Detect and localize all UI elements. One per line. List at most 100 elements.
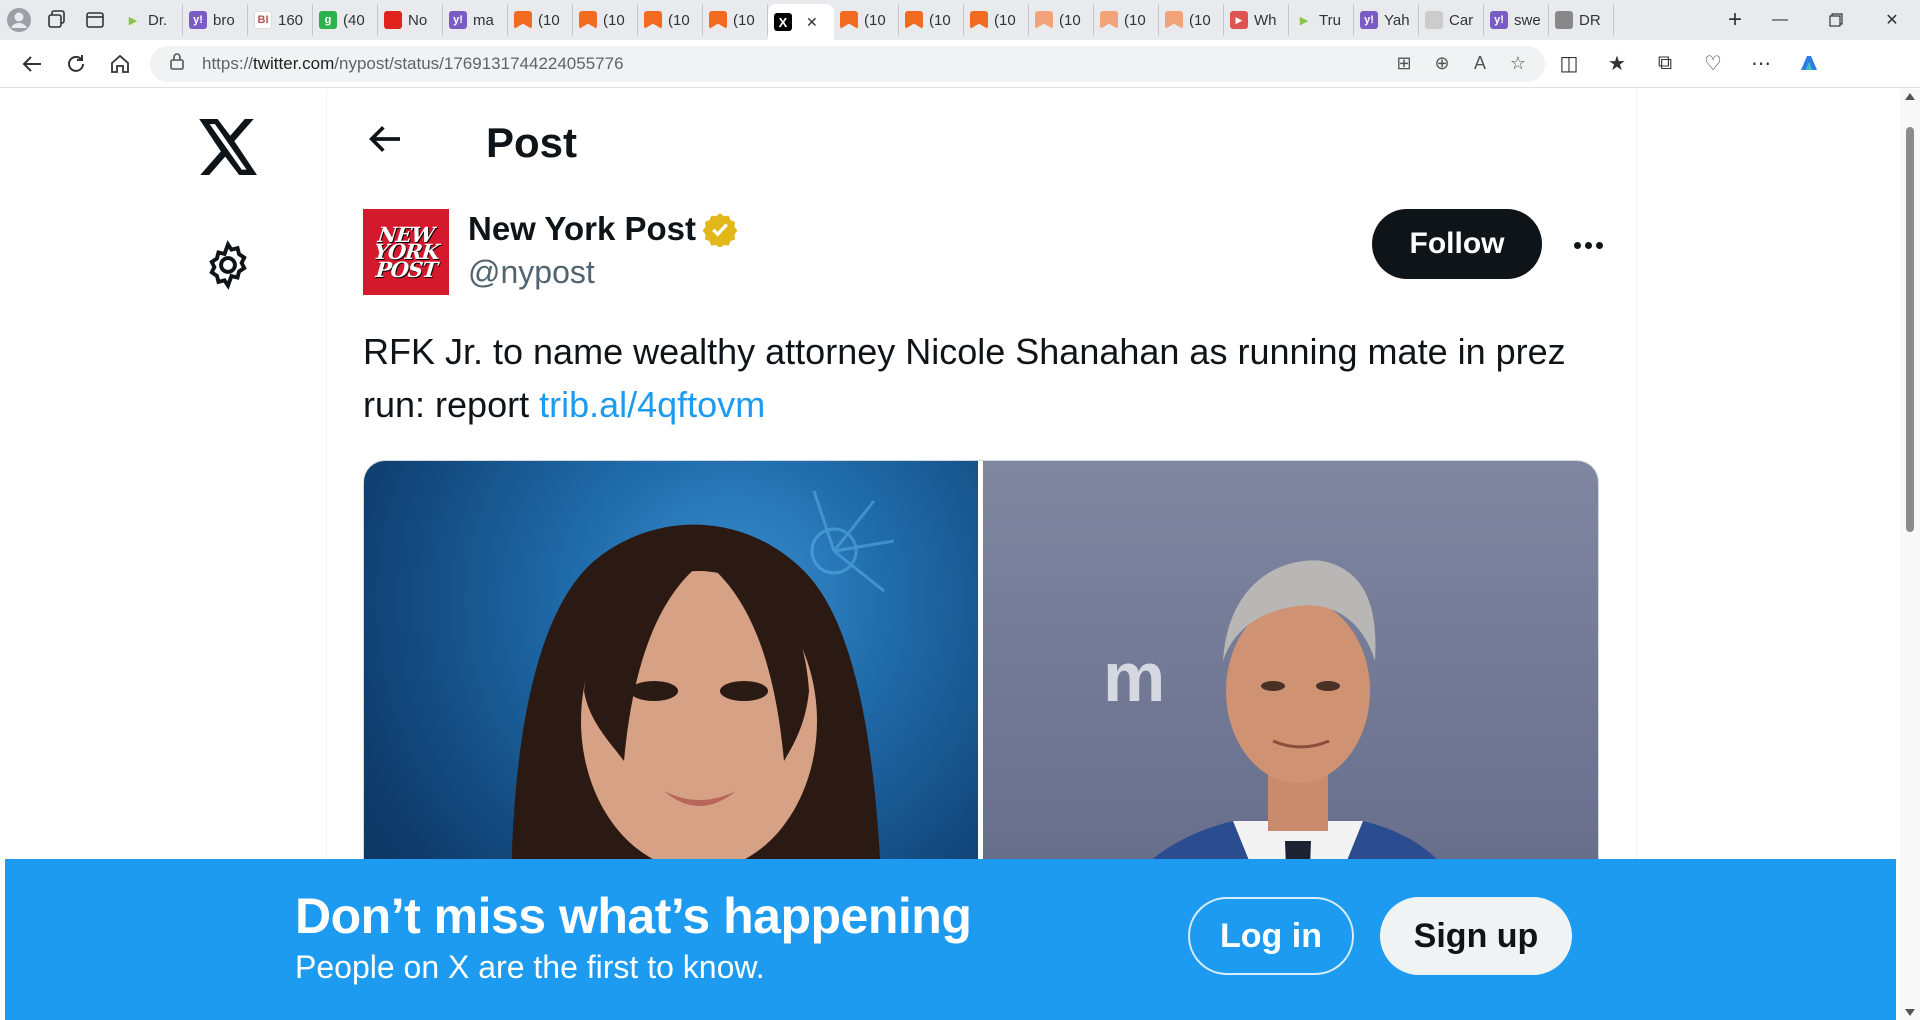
banner-title: Don’t miss what’s happening <box>295 888 972 944</box>
tab-label: (10 <box>1124 11 1146 29</box>
tab[interactable]: (10 <box>1029 4 1094 36</box>
tab[interactable]: y! bro <box>183 4 248 36</box>
favorites-icon[interactable]: ★ <box>1593 51 1641 76</box>
tab[interactable]: (10 <box>573 4 638 36</box>
tab-active[interactable]: X ✕ <box>768 4 834 40</box>
favorite-star-icon[interactable]: ☆ <box>1505 53 1531 74</box>
tab[interactable]: y! ma <box>443 4 508 36</box>
more-options-icon[interactable] <box>1563 231 1613 259</box>
signup-button[interactable]: Sign up <box>1380 897 1572 975</box>
profile-icon[interactable] <box>0 3 38 37</box>
url-field[interactable]: https://twitter.com/nypost/status/176913… <box>150 45 1545 82</box>
bookmark-icon <box>579 11 597 29</box>
tab[interactable]: Car <box>1419 4 1484 36</box>
back-icon[interactable] <box>10 46 54 82</box>
login-button[interactable]: Log in <box>1188 897 1354 975</box>
tab-label: No <box>408 11 428 29</box>
copilot-icon[interactable] <box>1785 52 1833 76</box>
url-text[interactable]: https://twitter.com/nypost/status/176913… <box>202 54 1379 74</box>
tab-label: swe <box>1514 11 1541 29</box>
tab-label: (10 <box>603 11 625 29</box>
read-aloud-icon[interactable]: A <box>1467 53 1493 74</box>
scroll-down-arrow-icon[interactable] <box>1905 1009 1915 1016</box>
tab[interactable]: y! Yah <box>1354 4 1419 36</box>
split-screen-icon[interactable]: ◫ <box>1545 51 1593 76</box>
bookmark-icon <box>514 11 532 29</box>
zoom-icon[interactable]: ⊕ <box>1429 53 1455 74</box>
page-viewport: Post NEW YORK POST New York Post @nypost… <box>0 89 1900 1020</box>
tab[interactable]: (10 <box>899 4 964 36</box>
tab-label: (10 <box>864 11 886 29</box>
scroll-thumb[interactable] <box>1906 127 1914 532</box>
post-link[interactable]: trib.al/4qftovm <box>539 384 765 425</box>
tab-label: bro <box>213 11 235 29</box>
bookmark-icon <box>840 11 858 29</box>
tab[interactable]: ▶ Dr. <box>118 4 183 36</box>
author-name-row[interactable]: New York Post <box>468 210 738 248</box>
address-bar: https://twitter.com/nypost/status/176913… <box>0 40 1920 88</box>
new-tab-button[interactable]: + <box>1718 3 1752 37</box>
browser-essentials-icon[interactable]: ♡ <box>1689 51 1737 76</box>
scroll-up-arrow-icon[interactable] <box>1905 93 1915 100</box>
tab[interactable]: BI 160 <box>248 4 313 36</box>
tab[interactable]: ▶ Tru <box>1289 4 1354 36</box>
close-window-icon[interactable]: ✕ <box>1864 0 1920 40</box>
close-tab-icon[interactable]: ✕ <box>806 14 818 31</box>
tab-label: (10 <box>1059 11 1081 29</box>
app-available-icon[interactable]: ⊞ <box>1391 53 1417 74</box>
home-icon[interactable] <box>98 46 142 82</box>
restore-icon[interactable] <box>1808 0 1864 40</box>
tab[interactable]: (10 <box>834 4 899 36</box>
play-icon: ▶ <box>1299 14 1309 27</box>
author-handle[interactable]: @nypost <box>468 254 595 291</box>
bookmark-icon <box>1100 11 1118 29</box>
tab-label: 160 <box>278 11 304 29</box>
follow-button[interactable]: Follow <box>1372 209 1542 279</box>
tab[interactable]: (10 <box>964 4 1029 36</box>
tab-label: Tru <box>1319 11 1341 29</box>
minimize-icon[interactable]: — <box>1752 0 1808 40</box>
play-icon: ▶ <box>128 14 138 27</box>
settings-gear-icon[interactable] <box>202 239 254 291</box>
youtube-icon: ▶ <box>1230 11 1248 29</box>
bookmark-icon <box>1035 11 1053 29</box>
tab-label: Car <box>1449 11 1474 29</box>
avatar[interactable]: NEW YORK POST <box>363 209 449 295</box>
yahoo-icon: y! <box>189 11 207 29</box>
tab[interactable]: (10 <box>638 4 703 36</box>
bookmark-icon <box>905 11 923 29</box>
yahoo-icon: y! <box>1360 11 1378 29</box>
back-arrow-icon[interactable] <box>365 119 405 159</box>
tab[interactable]: y! swe <box>1484 4 1549 36</box>
workspaces-icon[interactable] <box>38 3 76 37</box>
x-logo-icon[interactable] <box>198 119 260 175</box>
tab-actions-icon[interactable] <box>76 3 114 37</box>
tab-label: Wh <box>1254 11 1277 29</box>
tab[interactable]: g (40 <box>313 4 378 36</box>
banner-subtitle: People on X are the first to know. <box>295 949 765 985</box>
tab[interactable]: DR <box>1549 4 1614 36</box>
post-text: RFK Jr. to name wealthy attorney Nicole … <box>363 325 1623 431</box>
tab[interactable]: (10 <box>508 4 573 36</box>
tab[interactable]: (10 <box>1159 4 1224 36</box>
site-icon <box>1555 11 1573 29</box>
extensions-menu-icon[interactable]: ⋯ <box>1737 51 1785 76</box>
g-icon: g <box>319 11 337 29</box>
tab[interactable]: ▶ Wh <box>1224 4 1289 36</box>
tab[interactable]: (10 <box>703 4 768 36</box>
avatar-line-3: POST <box>374 256 438 282</box>
tab-label: (10 <box>538 11 560 29</box>
url-host: twitter.com <box>253 53 335 73</box>
refresh-icon[interactable] <box>54 46 98 82</box>
bookmark-icon <box>709 11 727 29</box>
tab[interactable]: No <box>378 4 443 36</box>
vertical-scrollbar[interactable] <box>1900 89 1920 1020</box>
collections-icon[interactable]: ⧉ <box>1641 52 1689 75</box>
lock-icon[interactable] <box>164 52 190 75</box>
author-name[interactable]: New York Post <box>468 210 696 248</box>
bookmark-icon <box>1165 11 1183 29</box>
tab-label: Dr. <box>148 11 168 29</box>
tab-label: (10 <box>668 11 690 29</box>
url-prefix: https:// <box>202 53 254 73</box>
tab[interactable]: (10 <box>1094 4 1159 36</box>
